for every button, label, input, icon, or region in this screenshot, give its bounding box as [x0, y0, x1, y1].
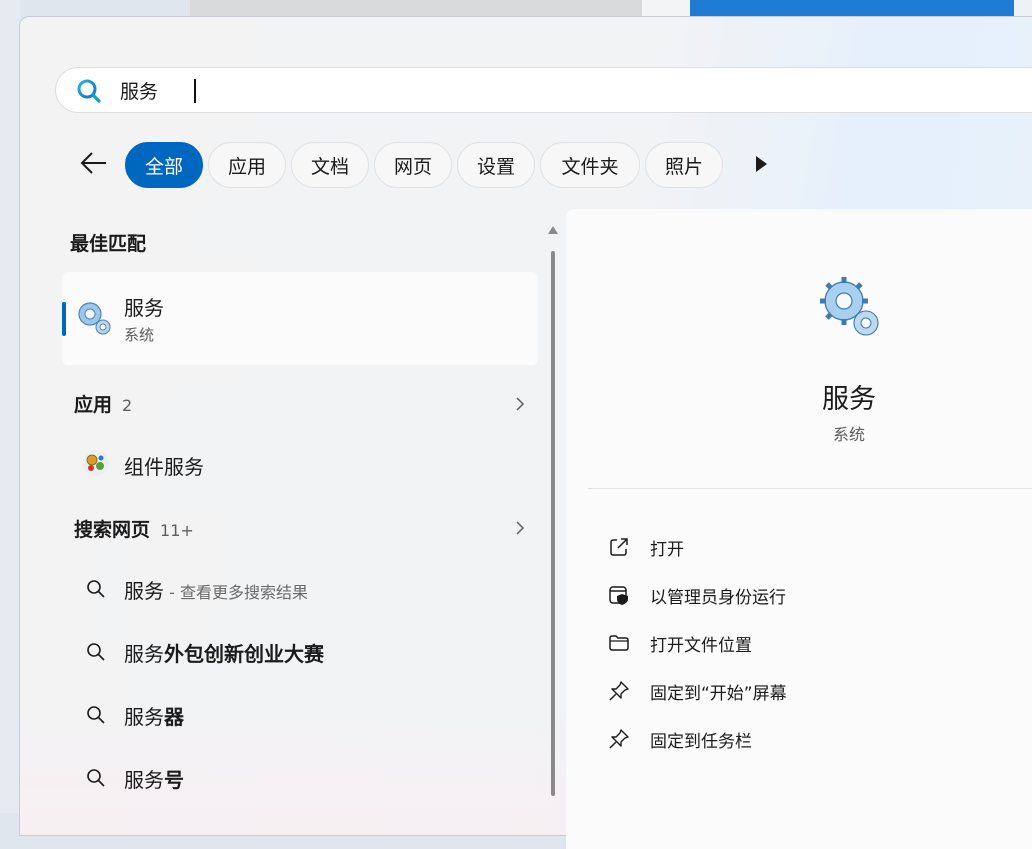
action-open-label: 打开	[650, 540, 684, 560]
web-result-prefix: 服务	[124, 579, 164, 603]
tab-folders[interactable]: 文件夹	[540, 142, 640, 188]
chevron-right-icon[interactable]	[514, 396, 526, 412]
web-result-suffix: 外包创新创业大赛	[164, 642, 324, 666]
search-panel: 全部 应用 文档 网页 设置 文件夹 照片 最佳匹配 服务 系统 应用 2	[19, 16, 1032, 849]
background-window-strip-2	[642, 0, 690, 16]
chevron-right-icon[interactable]	[514, 520, 526, 536]
detail-divider	[588, 488, 1032, 489]
background-window-strip	[190, 0, 642, 16]
web-result-item[interactable]: 服务外包创新创业大赛	[80, 632, 520, 672]
web-search-heading[interactable]: 搜索网页 11+	[74, 515, 194, 542]
best-match-title: 服务	[124, 296, 164, 320]
folder-icon	[609, 635, 629, 651]
background-window-strip-blue	[690, 0, 1014, 16]
best-match-heading: 最佳匹配	[70, 233, 147, 255]
pin-icon	[609, 729, 629, 749]
best-match-subtitle: 系统	[124, 326, 155, 344]
action-run-as-admin-label: 以管理员身份运行	[650, 588, 786, 608]
pin-icon	[609, 681, 629, 701]
more-tabs-arrow-icon[interactable]	[753, 155, 769, 173]
tab-settings[interactable]: 设置	[457, 142, 535, 188]
web-result-item[interactable]: 服务 - 查看更多搜索结果	[80, 569, 520, 609]
apps-count: 2	[122, 396, 133, 415]
open-external-icon	[610, 538, 628, 556]
action-pin-to-start-label: 固定到“开始”屏幕	[650, 684, 787, 704]
web-result-item[interactable]: 服务器	[80, 695, 520, 735]
action-pin-to-start[interactable]: 固定到“开始”屏幕	[608, 676, 1028, 706]
action-pin-to-taskbar[interactable]: 固定到任务栏	[608, 724, 1028, 754]
web-result-prefix: 服务	[124, 768, 164, 792]
web-result-suffix: 号	[164, 768, 184, 792]
search-icon	[87, 769, 105, 787]
web-result-item[interactable]: 服务号	[80, 758, 520, 798]
search-icon	[87, 706, 105, 724]
search-icon	[77, 79, 101, 103]
search-icon	[87, 643, 105, 661]
web-result-prefix: 服务	[124, 642, 164, 666]
background-window-strip-3	[1014, 0, 1032, 16]
best-match-card[interactable]: 服务 系统	[62, 272, 538, 365]
tab-all[interactable]: 全部	[125, 142, 203, 188]
back-arrow-icon[interactable]	[76, 145, 112, 181]
services-gears-icon	[78, 302, 111, 335]
web-search-heading-label: 搜索网页	[74, 519, 151, 541]
web-result-suffix: 器	[164, 705, 184, 729]
action-open[interactable]: 打开	[608, 532, 1028, 562]
desktop-background-left	[0, 0, 20, 813]
app-item-component-services[interactable]: 组件服务	[124, 451, 204, 480]
component-services-icon	[83, 450, 109, 476]
apps-heading[interactable]: 应用 2	[74, 390, 132, 417]
tab-documents[interactable]: 文档	[291, 142, 369, 188]
scrollbar-thumb[interactable]	[551, 251, 555, 796]
selection-indicator	[62, 302, 66, 336]
detail-subtitle: 系统	[832, 425, 865, 444]
action-run-as-admin[interactable]: 以管理员身份运行	[608, 580, 1028, 610]
web-result-hint: - 查看更多搜索结果	[164, 583, 308, 602]
services-gears-icon	[820, 277, 879, 336]
search-icon	[87, 580, 105, 598]
detail-title: 服务	[822, 384, 876, 415]
shield-run-icon	[609, 586, 628, 605]
web-result-prefix: 服务	[124, 705, 164, 729]
tab-web[interactable]: 网页	[374, 142, 452, 188]
search-input[interactable]	[120, 76, 720, 104]
text-caret	[194, 79, 196, 103]
search-box[interactable]	[55, 67, 1032, 113]
detail-pane: 服务 系统 打开 以管理员身份运行 打开文件位置 固定到“开始”屏幕 固定到任务…	[566, 209, 1032, 849]
web-search-count: 11+	[160, 521, 194, 540]
apps-heading-label: 应用	[74, 394, 113, 416]
tab-apps[interactable]: 应用	[208, 142, 286, 188]
tab-photos[interactable]: 照片	[645, 142, 723, 188]
action-pin-to-taskbar-label: 固定到任务栏	[650, 732, 752, 752]
action-open-file-location-label: 打开文件位置	[650, 636, 752, 656]
scroll-up-arrow-icon[interactable]	[547, 225, 559, 235]
action-open-file-location[interactable]: 打开文件位置	[608, 628, 1028, 658]
